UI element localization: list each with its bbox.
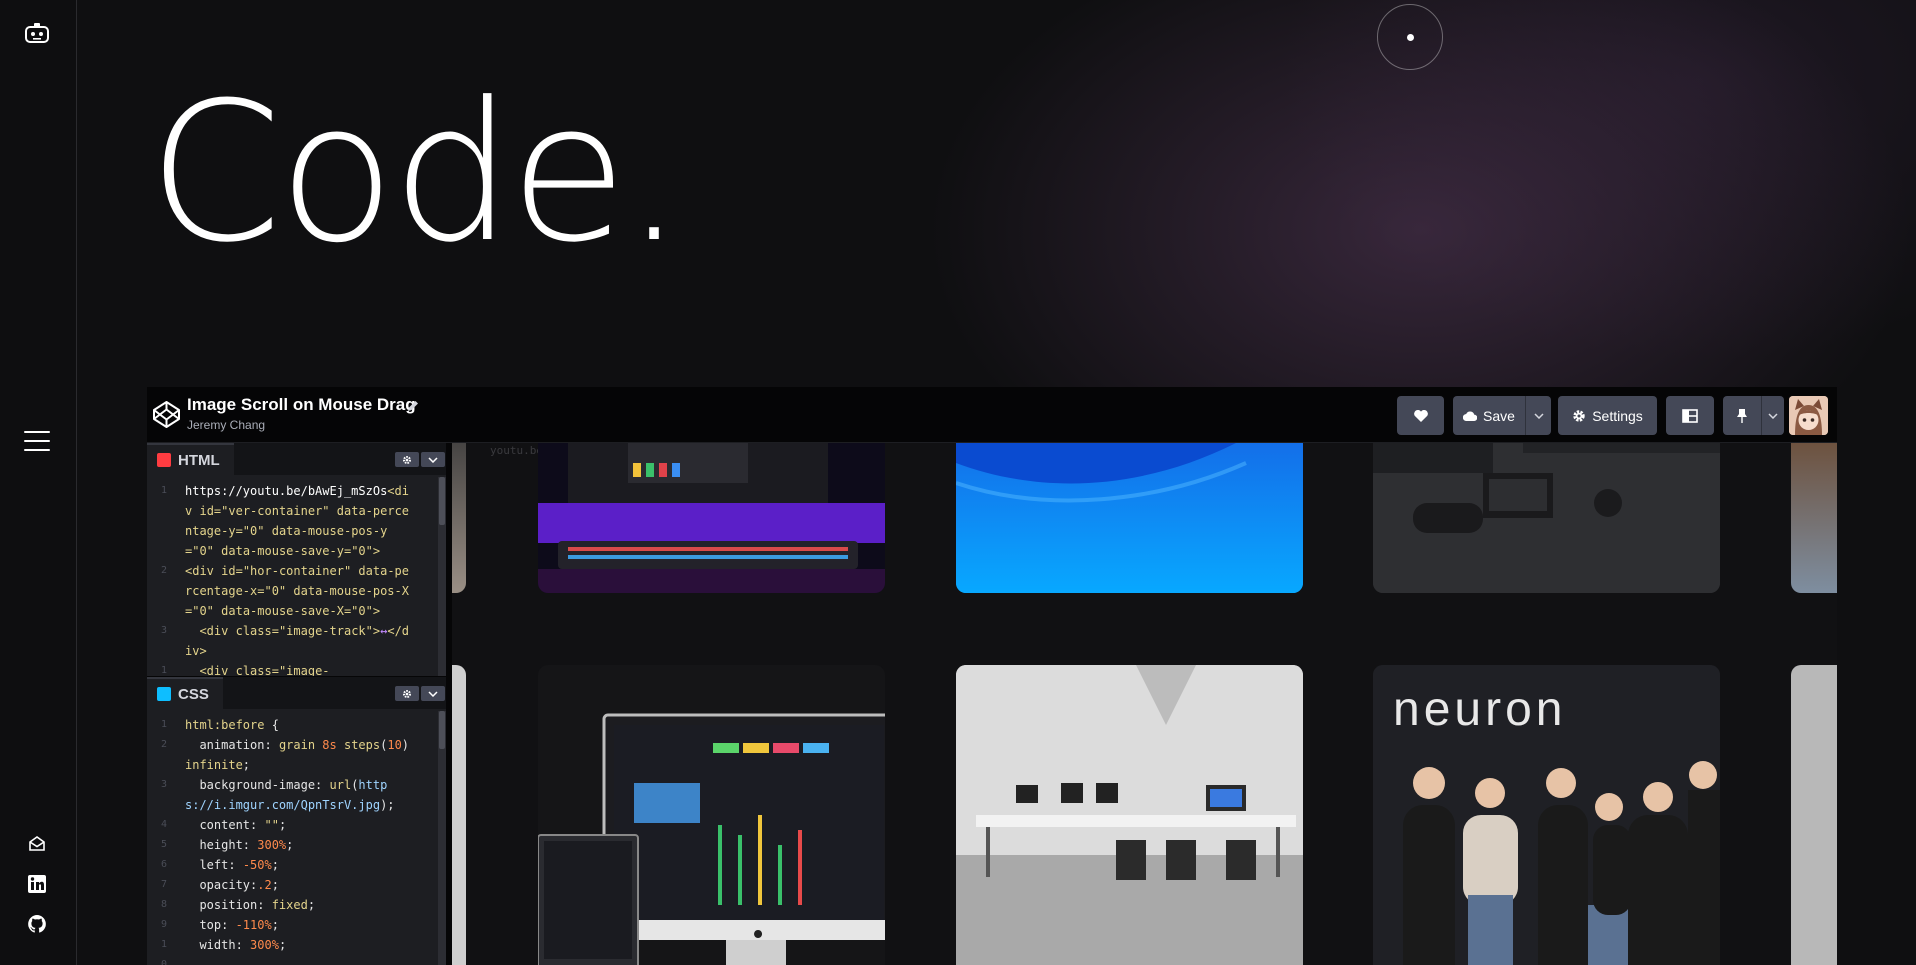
gallery-image-partial-left-top[interactable] bbox=[452, 443, 466, 593]
css-editor-header: CSS bbox=[147, 677, 446, 709]
code-line: 5 height: 300%; bbox=[160, 838, 294, 852]
gallery-image-microphone-desk[interactable] bbox=[1373, 443, 1720, 593]
chevron-down-icon bbox=[428, 456, 438, 463]
html-collapse-button[interactable] bbox=[421, 452, 445, 467]
pen-title: Image Scroll on Mouse Drag bbox=[187, 395, 416, 414]
code-line: 12 <div class="image- bbox=[160, 664, 330, 676]
css-scrollbar[interactable] bbox=[438, 711, 446, 965]
code-line: 2 <div id="hor-container" data-percentage… bbox=[160, 564, 409, 618]
code-line: 8 position: fixed; bbox=[160, 898, 316, 912]
side-rail bbox=[0, 0, 77, 965]
custom-cursor bbox=[1377, 4, 1443, 70]
cloud-icon bbox=[1463, 411, 1478, 421]
css-settings-button[interactable] bbox=[395, 686, 419, 701]
gear-icon bbox=[403, 455, 411, 464]
css-editor-tab: CSS bbox=[147, 677, 223, 709]
gear-icon bbox=[403, 689, 411, 698]
heart-button[interactable] bbox=[1397, 396, 1444, 435]
html-editor[interactable]: HTML 1 https://youtu.be/bAwEj_mSzOs<div i… bbox=[147, 443, 446, 676]
html-editor-header: HTML bbox=[147, 443, 446, 475]
result-preview[interactable]: youtu.be neuron bbox=[452, 443, 1837, 965]
code-line: 3 <div class="image-track">↔</div> bbox=[160, 624, 410, 658]
pin-dropdown-button[interactable] bbox=[1761, 396, 1784, 435]
robot-icon[interactable] bbox=[24, 23, 50, 45]
chevron-down-icon bbox=[428, 690, 438, 697]
settings-button[interactable]: Settings bbox=[1558, 396, 1657, 435]
gallery-image-imac-mixer[interactable] bbox=[538, 665, 885, 965]
heart-icon bbox=[1413, 409, 1428, 422]
code-line: 6 left: -50%; bbox=[160, 858, 279, 872]
html-settings-button[interactable] bbox=[395, 452, 419, 467]
settings-button-label: Settings bbox=[1592, 407, 1643, 424]
html-editor-label: HTML bbox=[178, 451, 220, 469]
chevron-down-icon bbox=[1768, 412, 1778, 419]
layout-button[interactable] bbox=[1666, 396, 1714, 435]
chevron-down-icon bbox=[1533, 412, 1544, 419]
html-scroll-thumb[interactable] bbox=[439, 477, 445, 525]
code-line: 4 content: ""; bbox=[160, 818, 287, 832]
mail-icon[interactable] bbox=[27, 834, 47, 854]
code-line: 10 width: 300%; bbox=[160, 938, 287, 965]
html-editor-tab: HTML bbox=[147, 443, 234, 475]
code-line: 7 opacity:.2; bbox=[160, 878, 279, 892]
html-code[interactable]: 1 https://youtu.be/bAwEj_mSzOs<div id="ve… bbox=[147, 481, 446, 676]
gallery-image-keyboard-setup[interactable] bbox=[538, 443, 885, 593]
css-editor-label: CSS bbox=[178, 685, 209, 703]
html-scrollbar[interactable] bbox=[438, 477, 446, 676]
linkedin-icon[interactable] bbox=[27, 874, 47, 894]
codepen-embed: Image Scroll on Mouse Drag Jeremy Chang … bbox=[147, 387, 1837, 965]
css-collapse-button[interactable] bbox=[421, 686, 445, 701]
save-dropdown-button[interactable] bbox=[1525, 396, 1551, 435]
svg-text:neuron: neuron bbox=[1393, 683, 1566, 736]
gear-icon bbox=[1573, 409, 1585, 422]
embed-header: Image Scroll on Mouse Drag Jeremy Chang … bbox=[147, 387, 1837, 443]
code-line: 9 top: -110%; bbox=[160, 918, 279, 932]
pin-button[interactable] bbox=[1723, 396, 1761, 435]
hero-title: Code. bbox=[148, 62, 685, 285]
pin-icon bbox=[1737, 408, 1747, 423]
preview-faint-text: youtu.be bbox=[490, 444, 543, 457]
gallery-image-team-photo[interactable]: neuron bbox=[1373, 665, 1720, 965]
user-avatar[interactable] bbox=[1789, 396, 1828, 435]
gallery-image-office-room[interactable] bbox=[956, 665, 1303, 965]
layout-icon bbox=[1682, 408, 1698, 423]
html-language-icon bbox=[157, 453, 171, 467]
css-editor[interactable]: CSS 1 html:before { 2 animation: grain 8s… bbox=[147, 676, 446, 965]
code-line: 1 html:before { bbox=[160, 718, 279, 732]
pen-author[interactable]: Jeremy Chang bbox=[187, 418, 265, 432]
code-line: 2 animation: grain 8s steps(10) infinite… bbox=[160, 738, 417, 772]
github-icon[interactable] bbox=[27, 914, 47, 934]
css-scroll-thumb[interactable] bbox=[439, 711, 445, 749]
gallery-image-blue-abstract[interactable] bbox=[956, 443, 1303, 593]
code-line: 3 background-image: url(https://i.imgur.… bbox=[160, 778, 395, 812]
save-button-label: Save bbox=[1483, 407, 1515, 424]
edit-title-pencil-icon[interactable] bbox=[406, 398, 420, 412]
css-code[interactable]: 1 html:before { 2 animation: grain 8s ste… bbox=[147, 715, 446, 965]
editor-column: HTML 1 https://youtu.be/bAwEj_mSzOs<div i… bbox=[147, 443, 452, 965]
code-line: 1 https://youtu.be/bAwEj_mSzOs<div id="ve… bbox=[160, 484, 410, 558]
hamburger-menu-icon[interactable] bbox=[24, 431, 50, 451]
gallery-image-partial-left-bottom[interactable] bbox=[452, 665, 466, 965]
save-button[interactable]: Save bbox=[1453, 396, 1525, 435]
css-language-icon bbox=[157, 687, 171, 701]
gallery-image-partial-right-bottom[interactable] bbox=[1791, 665, 1837, 965]
gallery-image-partial-right-top[interactable] bbox=[1791, 443, 1837, 593]
codepen-logo-icon[interactable] bbox=[152, 400, 181, 429]
